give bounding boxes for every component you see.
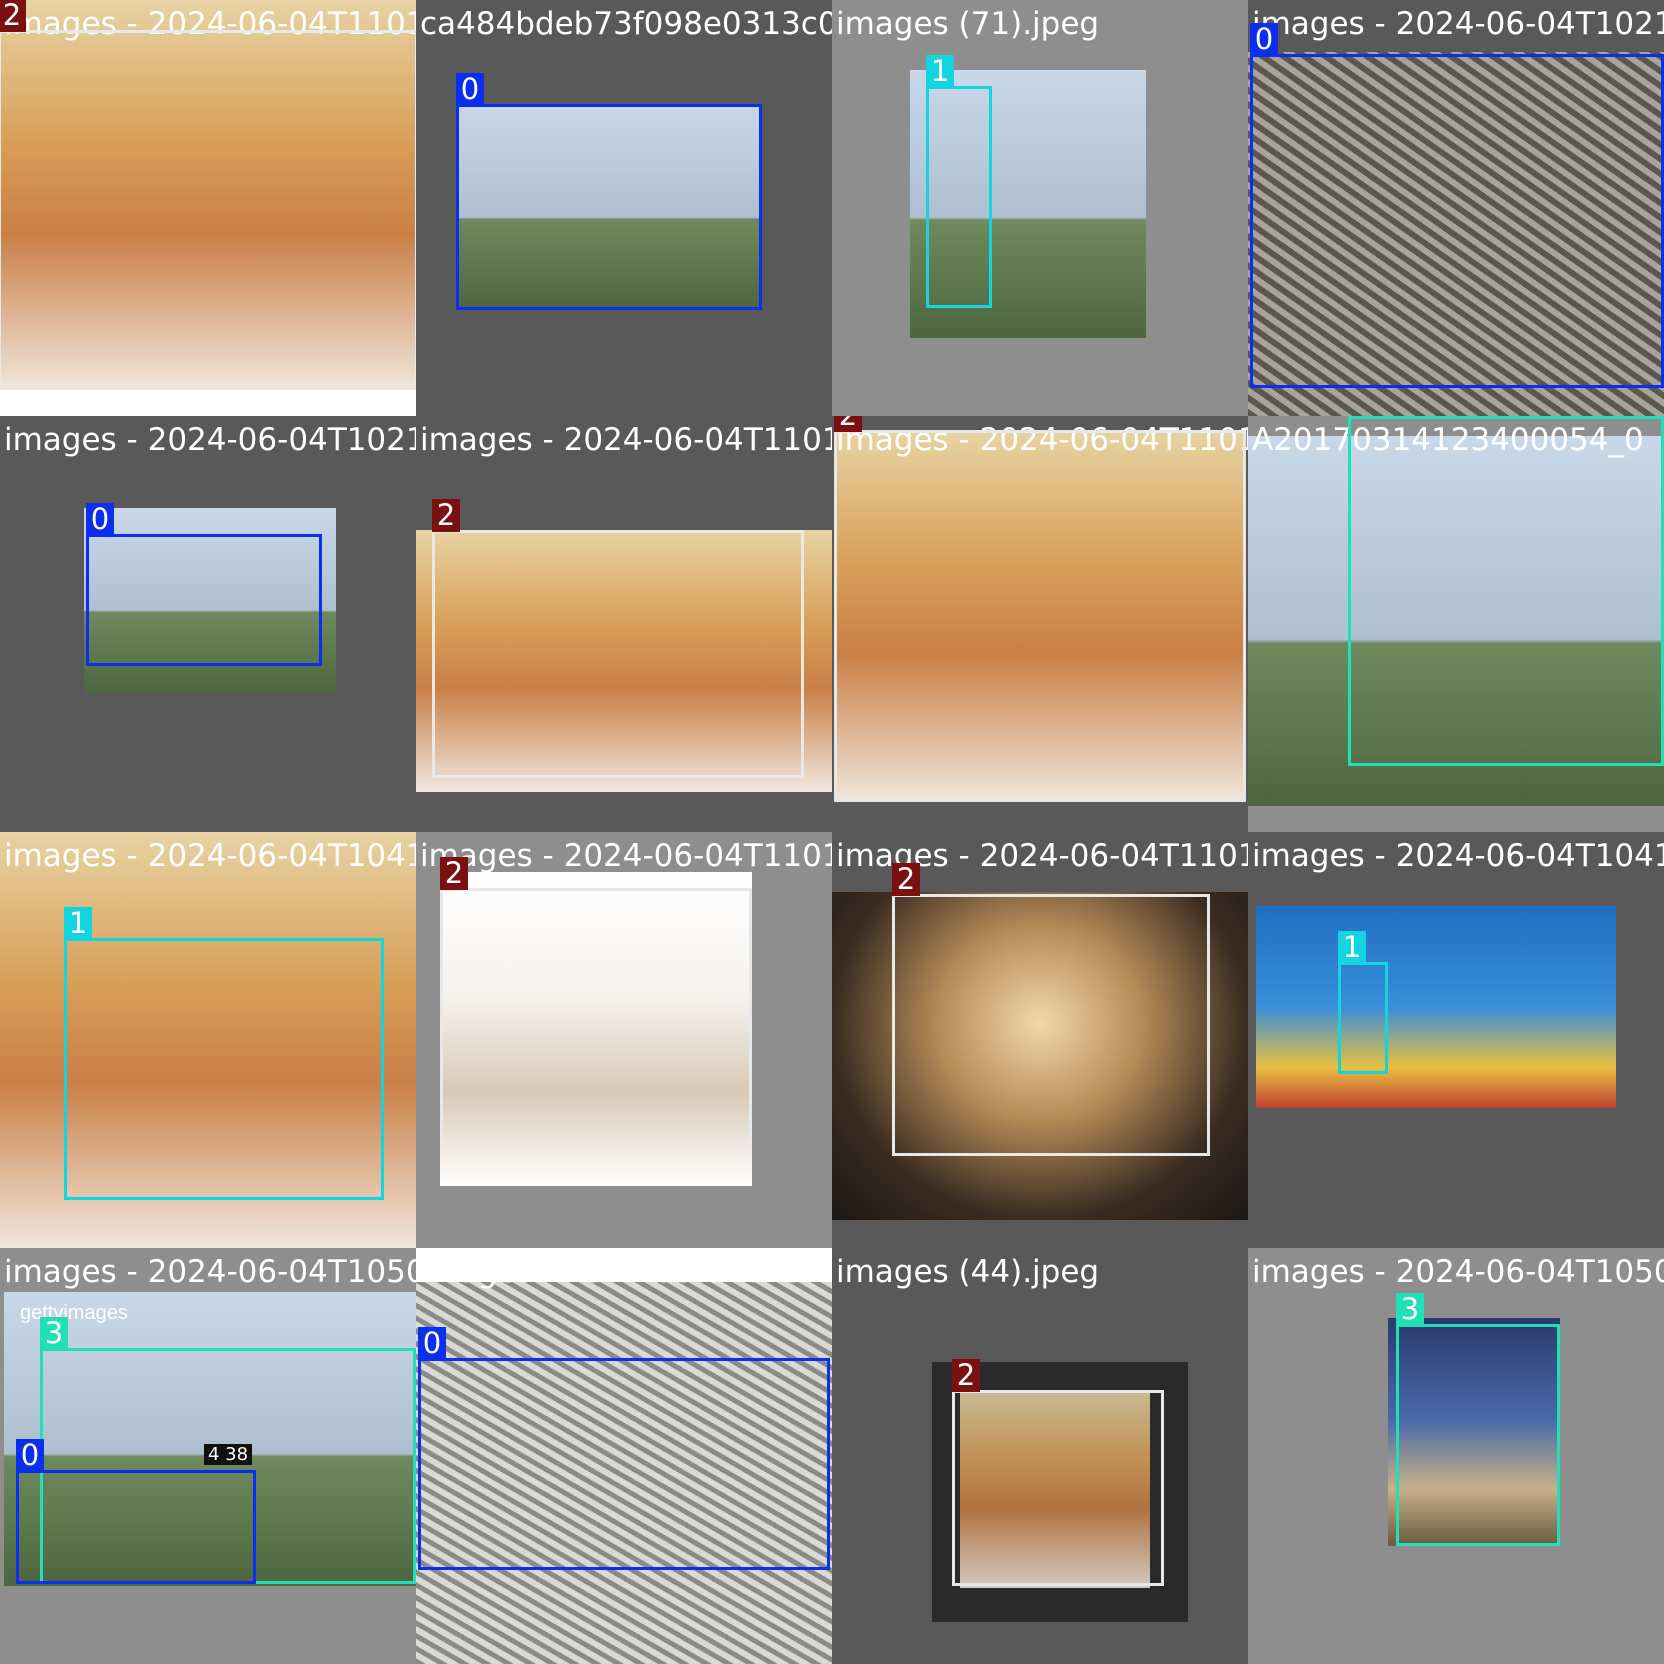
tile-7: A20170314123400054_0 3 — [1248, 416, 1664, 832]
tile-filename: images - 2024-06-04T102114.989.jpeg — [4, 422, 416, 458]
tile-6: images - 2024-06-04T110146.258.jpeg 2 — [832, 416, 1248, 832]
bbox-class-label: 1 — [926, 55, 954, 88]
bbox-class-label: 3 — [40, 1317, 68, 1350]
tile-1: ca484bdeb73f098e0313c022eba7b47772.jpeg … — [416, 0, 832, 416]
tile-11: images - 2024-06-04T10415 1 — [1248, 832, 1664, 1248]
bbox-carousel: 2 — [0, 0, 416, 386]
bbox-coaster: 0 — [86, 503, 322, 666]
bbox-class-label: 1 — [1338, 931, 1366, 964]
tile-filename: images - 2024-06-04T10415 — [1252, 838, 1664, 874]
bbox-coaster: 0 — [16, 1439, 256, 1584]
tile-3: images - 2024-06-04T102114. 0 — [1248, 0, 1664, 416]
bbox-class-label: 3 — [1396, 1293, 1424, 1326]
tile-9: images - 2024-06-04T110146.109.jpeg 2 — [416, 832, 832, 1248]
tile-photo — [1256, 906, 1616, 1108]
bbox-ferris-wheel: 3 — [1348, 416, 1664, 766]
tile-filename: images (44).jpeg — [836, 1254, 1100, 1290]
tile-filename: images - 2024-06-04T10503 — [1252, 1254, 1664, 1290]
bbox-class-label: 0 — [86, 503, 114, 536]
tile-filename: ca484bdeb73f098e0313c022eba7b47772.jpeg — [420, 6, 832, 42]
tile-15: images - 2024-06-04T10503 3 — [1248, 1248, 1664, 1664]
bbox-ferris-wheel: 3 — [1396, 1293, 1560, 1546]
tile-8: images - 2024-06-04T104155.764.jpeg 1 — [0, 832, 416, 1248]
tile-10: images - 2024-06-04T110149.095.jpeg 2 — [832, 832, 1248, 1248]
tile-filename: images - 2024-06-04T105030.952.jpeg — [4, 1254, 416, 1290]
bbox-class-label: 2 — [892, 863, 920, 896]
bbox-class-label: 0 — [16, 1439, 44, 1472]
bbox-class-label: 0 — [1250, 23, 1278, 56]
tile-filename: images - 2024-06-04T110146.109.jpeg — [420, 838, 832, 874]
tile-filename: images - 2024-06-04T102116.967.jpeg — [420, 1254, 832, 1290]
tile-2: images (71).jpeg 1 — [832, 0, 1248, 416]
getty-watermark: gettyimages — [20, 1302, 128, 1324]
tile-filename: images - 2024-06-04T102114. — [1252, 6, 1664, 42]
tile-filename: images - 2024-06-04T110146.437.jpeg — [420, 422, 832, 458]
bbox-pendulum: 1 — [64, 907, 384, 1200]
bbox-carousel: 2 — [892, 863, 1210, 1156]
bbox-class-label: 2 — [0, 0, 26, 32]
bbox-pendulum: 1 — [926, 55, 992, 308]
bbox-class-label: 3 — [1348, 416, 1376, 418]
tile-13: images - 2024-06-04T102116.967.jpeg 0 — [416, 1248, 832, 1664]
bbox-class-label: 0 — [418, 1327, 446, 1360]
tile-filename: images - 2024-06-04T104155.764.jpeg — [4, 838, 416, 874]
tile-0: images - 2024-06-04T110148.418.jpeg 2 — [0, 0, 416, 416]
bbox-class-label: 2 — [432, 499, 460, 532]
bbox-coaster: 0 — [456, 73, 762, 310]
bbox-carousel: 2 — [952, 1359, 1164, 1586]
bbox-class-label: 0 — [456, 73, 484, 106]
bbox-class-label: 2 — [440, 857, 468, 890]
tile-12: gettyimages 4 38 images - 2024-06-04T105… — [0, 1248, 416, 1664]
bbox-carousel: 2 — [834, 416, 1246, 802]
bbox-pendulum: 1 — [1338, 931, 1388, 1074]
bbox-coaster: 0 — [418, 1327, 830, 1570]
bbox-carousel: 2 — [440, 857, 752, 1144]
bbox-class-label: 1 — [64, 907, 92, 940]
bbox-class-label: 2 — [952, 1359, 980, 1392]
bbox-coaster: 0 — [1250, 23, 1664, 388]
bbox-class-label: 2 — [834, 416, 862, 432]
tile-filename: images (71).jpeg — [836, 6, 1100, 42]
bbox-carousel: 2 — [432, 499, 804, 778]
mosaic-grid: images - 2024-06-04T110148.418.jpeg 2 ca… — [0, 0, 1664, 1664]
tile-5: images - 2024-06-04T110146.437.jpeg 2 — [416, 416, 832, 832]
tile-4: images - 2024-06-04T102114.989.jpeg 0 — [0, 416, 416, 832]
tile-14: images (44).jpeg 2 — [832, 1248, 1248, 1664]
